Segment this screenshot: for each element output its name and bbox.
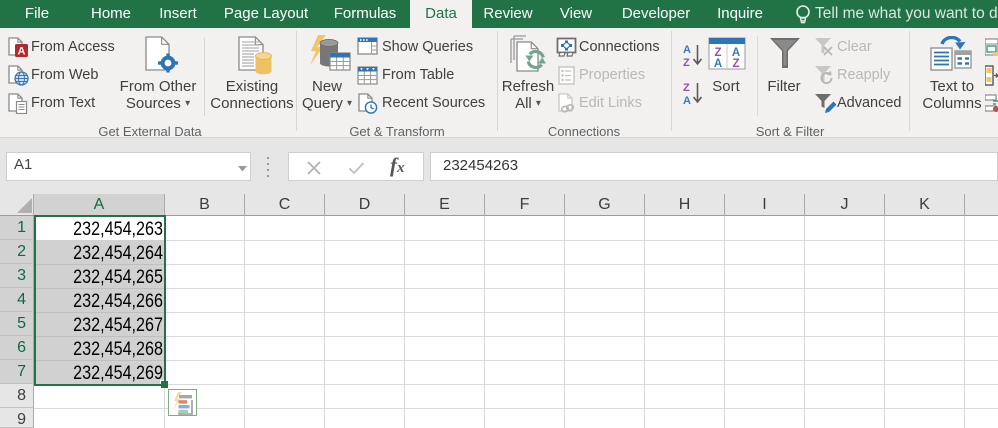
svg-text:Z: Z xyxy=(683,82,690,94)
svg-text:A: A xyxy=(683,95,691,107)
svg-text:A: A xyxy=(714,58,722,70)
svg-text:A: A xyxy=(18,45,26,57)
svg-text:Z: Z xyxy=(683,57,690,69)
svg-text:Z: Z xyxy=(732,58,739,70)
svg-text:A: A xyxy=(683,44,691,56)
